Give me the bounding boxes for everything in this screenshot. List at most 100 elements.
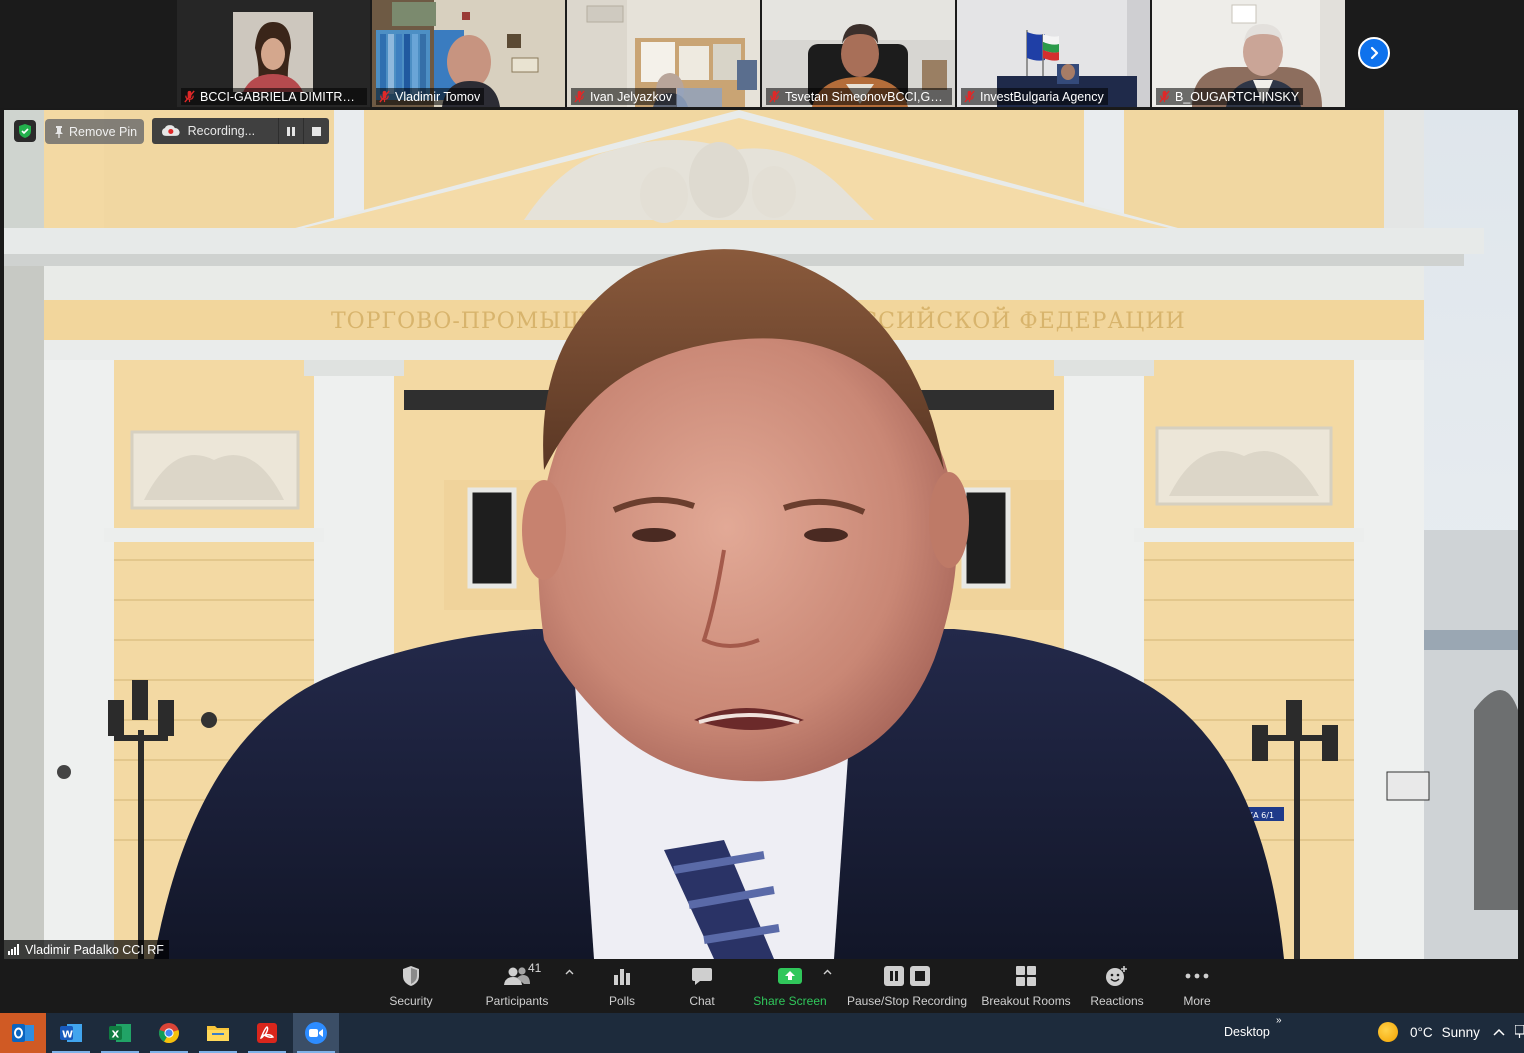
participant-name: Tsvetan SimeonovBCCI,GS1... <box>785 89 948 104</box>
breakout-rooms-label: Breakout Rooms <box>981 994 1071 1008</box>
breakout-rooms-button[interactable]: Breakout Rooms <box>980 959 1072 1013</box>
taskbar-acrobat[interactable] <box>244 1013 290 1053</box>
more-button[interactable]: More <box>1176 959 1218 1013</box>
more-label: More <box>1183 994 1211 1008</box>
network-icon-glyph <box>1514 1024 1524 1038</box>
polls-button[interactable]: Polls <box>600 959 644 1013</box>
muted-mic-icon <box>574 90 585 103</box>
participant-name: B_OUGARTCHINSKY <box>1175 89 1300 104</box>
taskbar-outlook[interactable] <box>0 1013 46 1053</box>
participants-label: Participants <box>485 994 549 1008</box>
participant-name-bar: B_OUGARTCHINSKY <box>1156 88 1304 105</box>
windows-taskbar: W X Desktop » 0°C Sunny <box>0 1013 1524 1053</box>
chevron-up-icon <box>823 969 832 975</box>
participant-thumbnail[interactable]: B_OUGARTCHINSKY <box>1152 0 1345 107</box>
network-icon[interactable] <box>1514 1024 1524 1042</box>
stop-recording-button[interactable] <box>303 118 329 144</box>
participant-name-bar: InvestBulgaria Agency <box>961 88 1108 105</box>
acrobat-icon <box>257 1023 277 1043</box>
share-options-caret[interactable] <box>823 967 832 978</box>
share-screen-icon <box>778 968 802 984</box>
recording-indicator: Recording... <box>152 118 329 144</box>
double-chevron-icon[interactable]: » <box>1276 1015 1282 1026</box>
security-label: Security <box>389 994 433 1008</box>
participant-name-bar: Tsvetan SimeonovBCCI,GS1... <box>766 88 952 105</box>
muted-mic-icon <box>1159 90 1170 103</box>
cloud-recording-icon <box>162 125 180 136</box>
chat-label: Chat <box>689 994 715 1008</box>
excel-icon: X <box>109 1024 131 1042</box>
participants-icon <box>504 967 530 985</box>
participant-name: BCCI-GABRIELA DIMITROVA <box>200 89 363 104</box>
participant-name-bar: Ivan Jelyazkov <box>571 88 676 105</box>
remove-pin-button[interactable]: Remove Pin <box>45 119 144 144</box>
participant-name-bar: Vladimir Tomov <box>376 88 485 105</box>
recording-status-text: Recording... <box>187 124 256 138</box>
reactions-smiley-icon <box>1106 966 1127 986</box>
chevron-up-icon <box>565 969 574 975</box>
participants-count: 41 <box>528 961 542 975</box>
word-icon: W <box>60 1024 82 1042</box>
taskbar-file-explorer[interactable] <box>195 1013 241 1053</box>
next-page-button[interactable] <box>1358 37 1390 69</box>
pause-stop-recording-button[interactable]: Pause/Stop Recording <box>846 959 968 1013</box>
participant-name-bar: BCCI-GABRIELA DIMITROVA <box>181 88 367 105</box>
chat-button[interactable]: Chat <box>682 959 722 1013</box>
stop-icon <box>312 126 322 136</box>
shield-icon <box>403 966 419 986</box>
polls-label: Polls <box>608 994 635 1008</box>
pause-icon <box>287 126 296 136</box>
share-screen-button[interactable]: Share Screen <box>752 959 828 1013</box>
participant-name: InvestBulgaria Agency <box>980 89 1104 104</box>
svg-text:X: X <box>112 1030 120 1041</box>
participant-thumbnail[interactable]: Tsvetan SimeonovBCCI,GS1... <box>762 0 955 107</box>
weather-condition: Sunny <box>1441 1024 1480 1040</box>
participant-name: Ivan Jelyazkov <box>590 89 672 104</box>
participant-thumbnail[interactable]: Vladimir Tomov <box>372 0 565 107</box>
active-speaker-name: Vladimir Padalko CCI RF <box>25 942 164 957</box>
muted-mic-icon <box>379 90 390 103</box>
desktop-toolbar-label[interactable]: Desktop <box>1224 1025 1270 1039</box>
participant-thumbnail[interactable]: InvestBulgaria Agency <box>957 0 1150 107</box>
active-speaker-video: ТОРГОВО-ПРОМЫШЛЕННАЯ ПАЛАТА РОССИЙСКОЙ Ф… <box>4 110 1518 959</box>
muted-mic-icon <box>964 90 975 103</box>
folder-icon <box>207 1026 229 1041</box>
taskbar-zoom[interactable] <box>293 1013 339 1053</box>
chrome-icon <box>159 1023 179 1044</box>
participant-name: Vladimir Tomov <box>395 89 481 104</box>
show-hidden-icons-chevron-icon[interactable] <box>1493 1024 1505 1039</box>
weather-widget[interactable]: 0°C Sunny <box>1378 1022 1480 1042</box>
muted-mic-icon <box>184 90 195 103</box>
breakout-rooms-icon <box>1016 966 1036 986</box>
participant-thumbnail[interactable]: BCCI-GABRIELA DIMITROVA <box>177 0 370 107</box>
taskbar-chrome[interactable] <box>146 1013 192 1053</box>
share-screen-label: Share Screen <box>753 994 827 1008</box>
active-speaker-name-bar: Vladimir Padalko CCI RF <box>4 940 169 959</box>
pin-icon <box>55 125 63 138</box>
svg-text:W: W <box>62 1030 73 1041</box>
chevron-right-icon <box>1370 46 1379 60</box>
participants-button[interactable]: 41 Participants <box>480 959 554 1013</box>
speaker-video-frame: ТОРГОВО-ПРОМЫШЛЕННАЯ ПАЛАТА РОССИЙСКОЙ Ф… <box>4 110 1518 959</box>
taskbar-word[interactable]: W <box>48 1013 94 1053</box>
participant-thumbnail[interactable]: Ivan Jelyazkov <box>567 0 760 107</box>
participants-options-caret[interactable] <box>565 967 574 978</box>
security-button[interactable]: Security <box>380 959 442 1013</box>
outlook-icon <box>12 1024 34 1042</box>
chevron-up-icon <box>1493 1028 1505 1036</box>
encryption-shield-button[interactable] <box>14 120 36 142</box>
meeting-controls-toolbar: Security 41 Participants Polls Chat Shar… <box>0 959 1524 1013</box>
taskbar-excel[interactable]: X <box>97 1013 143 1053</box>
participant-thumbnail-strip: BCCI-GABRIELA DIMITROVA Vladimir Tomov I… <box>0 0 1524 108</box>
more-dots-icon <box>1185 973 1209 979</box>
muted-mic-icon <box>769 90 780 103</box>
chat-bubble-icon <box>692 968 712 985</box>
pause-stop-icon <box>884 966 930 986</box>
zoom-icon <box>305 1022 327 1044</box>
reactions-button[interactable]: Reactions <box>1088 959 1146 1013</box>
pause-recording-button[interactable] <box>277 118 304 144</box>
pause-stop-recording-label: Pause/Stop Recording <box>846 994 968 1008</box>
remove-pin-label: Remove Pin <box>69 124 138 139</box>
sun-icon <box>1378 1022 1398 1042</box>
shield-check-icon <box>19 124 31 138</box>
